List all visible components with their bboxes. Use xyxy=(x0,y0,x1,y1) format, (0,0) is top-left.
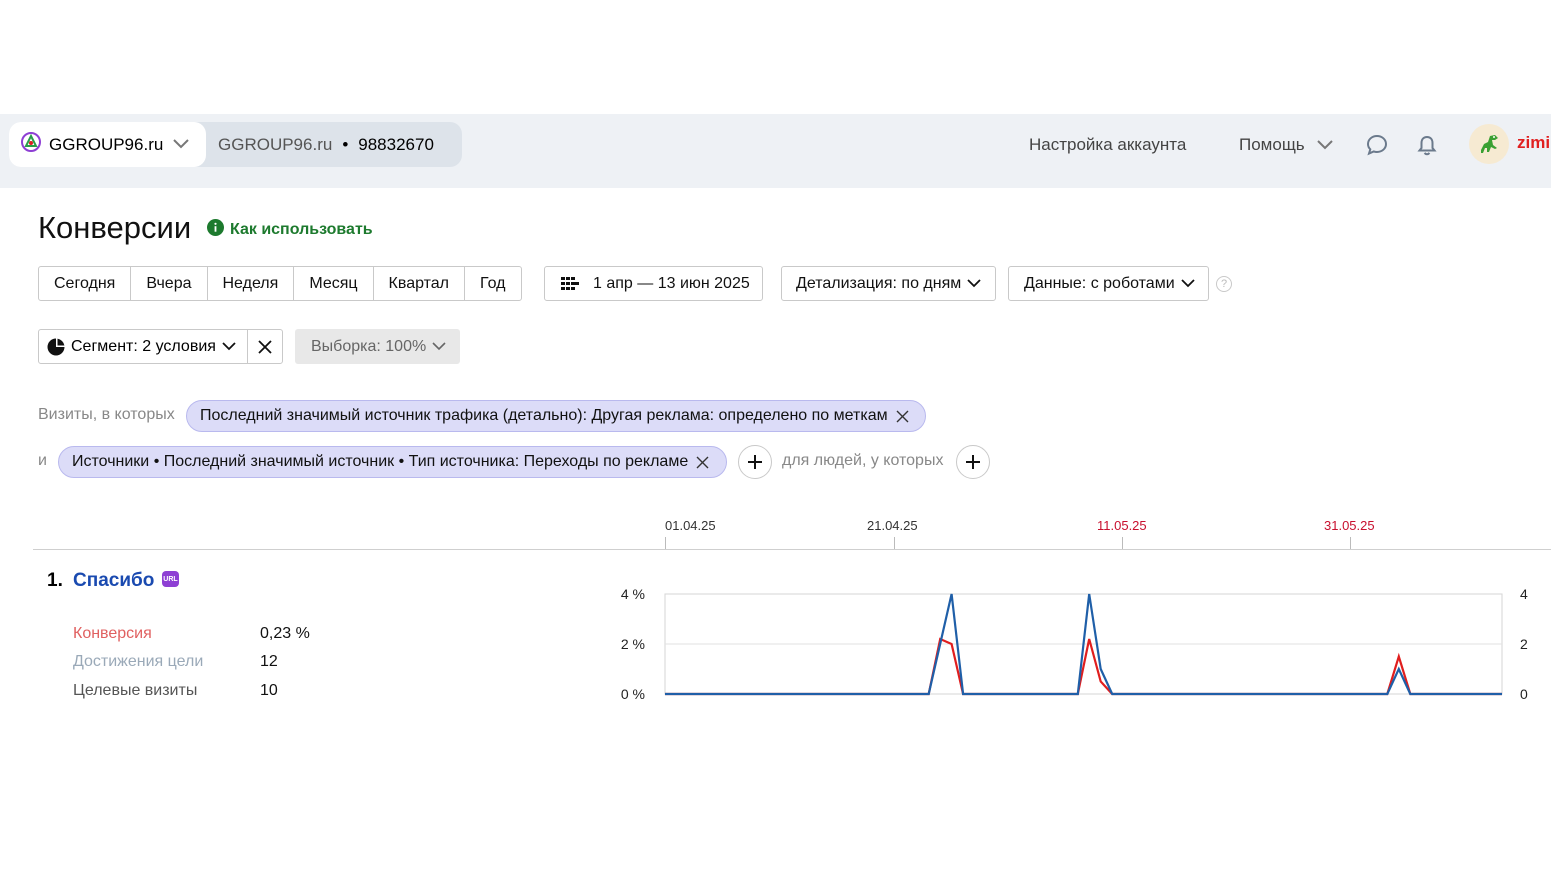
period-switcher: Сегодня Вчера Неделя Месяц Квартал Год xyxy=(38,266,522,301)
timeline-tick xyxy=(894,537,895,549)
timeline-date: 01.04.25 xyxy=(665,518,716,533)
timeline-tick xyxy=(1350,537,1351,549)
goal-name-link[interactable]: Спасибо xyxy=(73,570,154,592)
divider xyxy=(33,549,1551,550)
dinosaur-icon xyxy=(1481,135,1498,153)
metric-value: 10 xyxy=(260,682,278,699)
chevron-down-icon xyxy=(173,136,190,154)
how-to-use-label: Как использовать xyxy=(230,221,373,238)
close-icon[interactable] xyxy=(896,410,909,423)
detail-label: Детализация: по дням xyxy=(796,274,962,292)
condition-label: Последний значимый источник трафика (дет… xyxy=(200,407,888,424)
sample-dropdown[interactable]: Выборка: 100% xyxy=(295,329,460,364)
bell-icon[interactable] xyxy=(1412,130,1442,160)
metric-label: Конверсия xyxy=(73,625,152,642)
chevron-down-icon xyxy=(967,279,981,288)
pie-segment-icon xyxy=(47,338,65,356)
site-name: GGROUP96.ru xyxy=(49,134,164,154)
timeline-date: 21.04.25 xyxy=(867,518,918,533)
metric-value: 0,23 % xyxy=(260,625,310,642)
account-settings-link[interactable]: Настройка аккаунта xyxy=(1029,122,1186,167)
metric-value: 12 xyxy=(260,653,278,670)
people-label: для людей, у которых xyxy=(782,452,944,469)
condition-chip[interactable]: Источники • Последний значимый источник … xyxy=(58,446,727,478)
metric-label: Достижения цели xyxy=(73,653,204,670)
site-logo-icon xyxy=(21,132,41,157)
y-tick-label-right: 0 xyxy=(1520,686,1528,702)
conversion-chart: 4 % 4 2 % 2 0 % 0 xyxy=(621,586,1528,702)
add-condition-button[interactable] xyxy=(738,445,772,479)
counter-separator: • xyxy=(342,134,349,154)
chevron-down-icon xyxy=(222,342,236,351)
segment-dropdown[interactable]: Сегмент: 2 условия xyxy=(38,329,248,364)
segment-label: Сегмент: 2 условия xyxy=(71,337,216,355)
segment-clear-button[interactable] xyxy=(247,329,283,364)
help-label: Помощь xyxy=(1239,134,1305,154)
period-today[interactable]: Сегодня xyxy=(39,267,132,300)
metric-label: Целевые визиты xyxy=(73,682,198,699)
y-tick-label-left: 2 % xyxy=(621,636,645,652)
chevron-down-icon xyxy=(1316,139,1333,150)
info-icon xyxy=(207,219,224,241)
avatar[interactable] xyxy=(1469,124,1509,164)
y-tick-label-right: 4 xyxy=(1520,586,1528,602)
chevron-down-icon xyxy=(432,342,446,351)
date-range-picker[interactable]: 1 апр — 13 июн 2025 xyxy=(544,266,763,301)
timeline-date: 11.05.25 xyxy=(1097,518,1147,533)
y-tick-label-right: 2 xyxy=(1520,636,1528,652)
goal-number: 1. xyxy=(47,570,63,591)
username[interactable]: zimi xyxy=(1517,133,1550,153)
counter-info: GGROUP96.ru • 98832670 xyxy=(218,122,434,167)
period-month[interactable]: Месяц xyxy=(294,267,374,300)
counter-name: GGROUP96.ru xyxy=(218,134,333,154)
y-tick-label-left: 0 % xyxy=(621,686,645,702)
help-icon[interactable]: ? xyxy=(1216,276,1232,292)
period-year[interactable]: Год xyxy=(465,267,520,300)
close-icon[interactable] xyxy=(696,456,709,469)
how-to-use-link[interactable]: Как использовать xyxy=(207,219,373,241)
chevron-down-icon xyxy=(1181,279,1195,288)
timeline-tick xyxy=(1122,537,1123,549)
site-selector[interactable]: GGROUP96.ru xyxy=(9,122,206,167)
plus-icon xyxy=(748,455,762,469)
close-icon xyxy=(258,339,272,354)
sample-label: Выборка: 100% xyxy=(311,337,427,355)
page-title: Конверсии xyxy=(38,210,192,245)
timeline-tick xyxy=(665,537,666,549)
period-quarter[interactable]: Квартал xyxy=(374,267,466,300)
plus-icon xyxy=(966,455,980,469)
and-label: и xyxy=(38,452,47,469)
data-mode-label: Данные: с роботами xyxy=(1024,274,1175,292)
timeline-date: 31.05.25 xyxy=(1324,518,1375,533)
date-range-label: 1 апр — 13 июн 2025 xyxy=(593,274,750,292)
chat-icon[interactable] xyxy=(1362,130,1392,160)
detail-dropdown[interactable]: Детализация: по дням xyxy=(781,266,996,301)
add-people-condition-button[interactable] xyxy=(956,445,990,479)
condition-chip[interactable]: Последний значимый источник трафика (дет… xyxy=(186,400,926,432)
condition-label: Источники • Последний значимый источник … xyxy=(72,453,689,470)
data-mode-dropdown[interactable]: Данные: с роботами xyxy=(1008,266,1209,301)
visits-prefix: Визиты, в которых xyxy=(38,406,175,423)
y-tick-label-left: 4 % xyxy=(621,586,645,602)
period-week[interactable]: Неделя xyxy=(208,267,295,300)
period-yesterday[interactable]: Вчера xyxy=(131,267,208,300)
calendar-grid-icon xyxy=(561,276,579,291)
url-badge: URL xyxy=(162,571,179,587)
counter-id: 98832670 xyxy=(358,134,434,154)
help-menu[interactable]: Помощь xyxy=(1239,122,1333,167)
